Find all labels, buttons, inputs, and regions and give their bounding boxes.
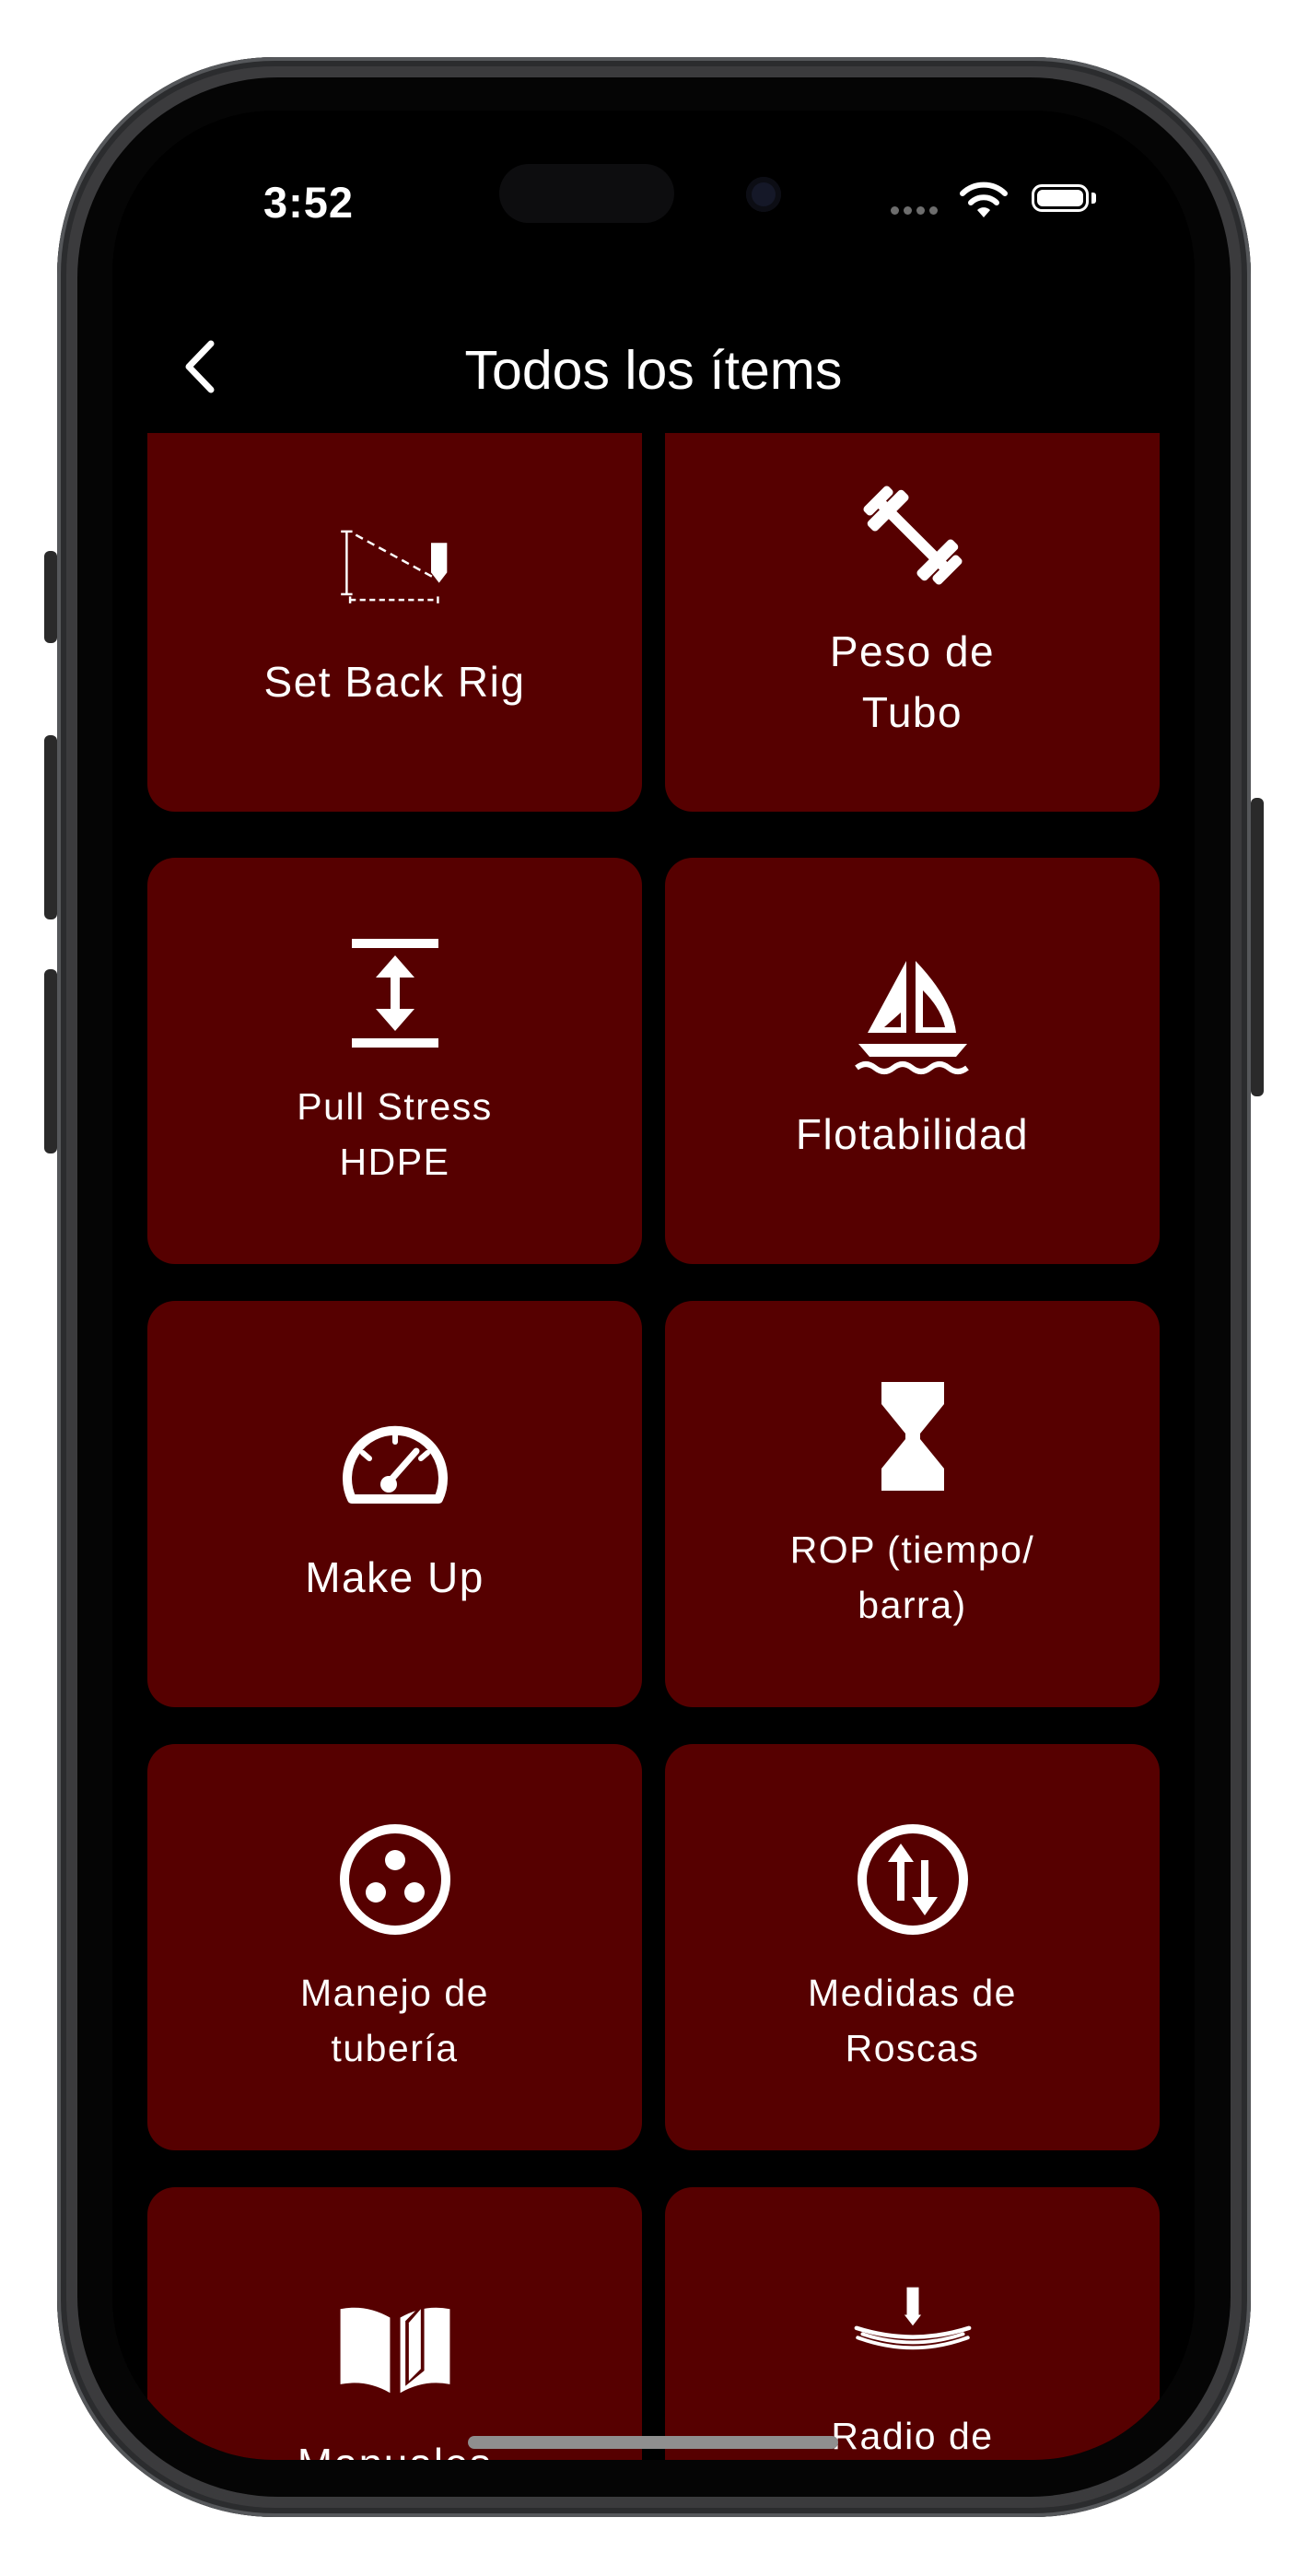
tile-rop[interactable]: ROP (tiempo/ barra) xyxy=(665,1301,1160,1707)
cellular-signal-icon xyxy=(891,206,938,215)
tile-label: Manuales xyxy=(298,2433,492,2461)
vertical-stretch-icon xyxy=(335,933,455,1053)
hourglass-icon xyxy=(853,1376,973,1496)
gauge-icon xyxy=(335,1401,455,1521)
tile-label: Peso de Tubo xyxy=(829,626,996,736)
bend-radius-icon xyxy=(853,2263,973,2383)
tile-label: Set Back Rig xyxy=(263,657,526,706)
status-time: 3:52 xyxy=(263,178,355,227)
tile-medidas-de-roscas[interactable]: Medidas de Roscas xyxy=(665,1744,1160,2150)
tile-label: Make Up xyxy=(305,1552,484,1601)
tile-set-back-rig[interactable]: Set Back Rig xyxy=(147,433,642,812)
tile-label: Radio de Curvatura xyxy=(831,2414,994,2457)
tile-manejo-de-tuberia[interactable]: Manejo de tubería xyxy=(147,1744,642,2150)
front-camera xyxy=(746,177,781,212)
home-indicator[interactable] xyxy=(468,2436,838,2449)
tile-label: ROP (tiempo/ barra) xyxy=(789,1528,1035,1626)
tile-make-up[interactable]: Make Up xyxy=(147,1301,642,1707)
tile-label: Medidas de Roscas xyxy=(808,1971,1017,2069)
tile-label: Pull Stress HDPE xyxy=(297,1084,493,1183)
tile-radio-de-curvatura[interactable]: Radio de Curvatura xyxy=(665,2187,1160,2460)
app-screen: 3:52 Todos los ítems Set Back Rig Peso d… xyxy=(112,111,1195,2460)
tile-peso-de-tubo[interactable]: Peso de Tubo xyxy=(665,433,1160,812)
power-button xyxy=(1251,798,1264,1096)
pipe-circle-icon xyxy=(335,1820,455,1939)
dynamic-island xyxy=(479,142,827,245)
swap-arrows-icon xyxy=(853,1820,973,1939)
barbell-icon xyxy=(853,475,973,595)
setback-rig-icon xyxy=(335,506,455,626)
wifi-icon xyxy=(960,181,1008,217)
action-button xyxy=(44,551,57,643)
sailboat-icon xyxy=(853,958,973,1078)
page-title: Todos los ítems xyxy=(464,340,843,401)
tile-pull-stress-hdpe[interactable]: Pull Stress HDPE xyxy=(147,858,642,1264)
volume-up-button xyxy=(44,735,57,919)
volume-down-button xyxy=(44,969,57,1153)
tile-label: Manejo de tubería xyxy=(300,1971,489,2069)
tile-flotabilidad[interactable]: Flotabilidad xyxy=(665,858,1160,1264)
battery-icon xyxy=(1032,184,1089,212)
items-grid: Set Back Rig Peso de Tubo Pull Stress HD… xyxy=(147,433,1160,2460)
open-book-icon xyxy=(335,2288,455,2407)
battery-cap xyxy=(1091,193,1096,204)
tile-manuales[interactable]: Manuales xyxy=(147,2187,642,2460)
tile-label: Flotabilidad xyxy=(795,1109,1030,1158)
island-pill xyxy=(499,164,674,223)
